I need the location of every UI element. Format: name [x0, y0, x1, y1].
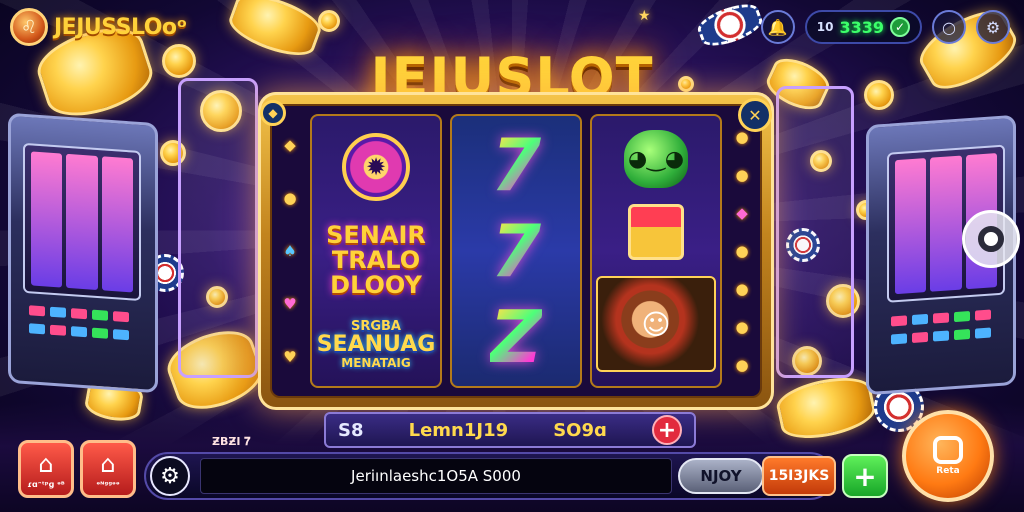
plus-icon: + [853, 459, 877, 493]
home-icon: ⌂ [38, 449, 54, 478]
reel-symbol: SRGBA SEANUAG MENATAIG [316, 320, 436, 369]
coin-icon: ● [735, 242, 749, 260]
star-icon: ★ [638, 8, 651, 24]
close-icon[interactable]: ✕ [738, 98, 772, 132]
reel-frame: ◆ ● ♠ ♥ ♥ ✹ SENAIR TRALO DLOOY SRGBA SEA… [258, 92, 774, 410]
symbol-text-line: TRALO [331, 245, 421, 274]
diamond-icon: ◆ [736, 204, 748, 222]
spin-label: Reta [936, 466, 960, 476]
target-icon[interactable] [962, 210, 1020, 268]
poker-chip-icon [694, 0, 766, 52]
heart-icon: ♥ [283, 295, 297, 314]
reel-symbol: 7 [456, 215, 576, 287]
reel-3: ◕‿◕ ☺ [590, 114, 722, 388]
coin-icon: ● [735, 128, 749, 146]
gear-icon[interactable]: ⚙ [976, 10, 1010, 44]
reel-symbol: ◕‿◕ [596, 130, 716, 188]
reel-symbol: SENAIR TRALO DLOOY [316, 220, 436, 299]
gem-icon: ◆ [284, 135, 296, 154]
bottom-small-label: ƵBƵI 𝟕 [212, 435, 251, 448]
reel-symbol: ☺ [596, 276, 716, 372]
balance-small: 10 [816, 20, 834, 34]
spade-icon: ♠ [283, 241, 297, 260]
chat-bubble-icon[interactable]: ○ [932, 10, 966, 44]
coin-icon: ● [735, 356, 749, 374]
gear-medallion-icon: ✹ [342, 132, 410, 201]
left-paytable: ◆ ● ♠ ♥ ♥ [276, 118, 304, 384]
topbar-right: 🔔 10 3339 ✓ ○ ⚙ [760, 10, 1010, 44]
home-button-2[interactable]: ⌂ ᵊᴺᵍᵍᵊᵊ [80, 440, 136, 498]
reel-symbol [596, 204, 716, 260]
bet-info-field[interactable]: Jeriınlaeshc1O5A S000 [200, 458, 672, 494]
info-center: Lemn1J19 [408, 419, 509, 441]
seven-symbol: 7 [490, 209, 542, 293]
balance-display: 10 3339 ✓ [804, 10, 922, 44]
reel-symbol: Z [456, 301, 576, 373]
reel-symbol: 7 [456, 129, 576, 201]
spin-button[interactable]: Reta [902, 410, 994, 502]
slot-machine-left [8, 112, 158, 394]
right-paytable: ● ● ◆ ● ● ● ● [728, 118, 756, 384]
gem-icon[interactable]: ◆ [260, 100, 286, 126]
bell-icon[interactable]: 🔔 [760, 10, 795, 44]
smiling-man-icon: ☺ [596, 276, 716, 372]
home-button-label: ɾɑᵔᵗᵖɡ ᵊᴮ [27, 479, 65, 489]
coin-icon: ● [283, 188, 297, 207]
mirror-right [776, 86, 854, 378]
info-strip: S8 Lemn1J19 SO9ɑ + [324, 412, 696, 448]
heart-icon: ♥ [283, 348, 297, 367]
enjoy-button[interactable]: NJOY [678, 458, 764, 494]
brand-name: JEJUSSLOoᵒ [54, 14, 187, 40]
reel-2: 7 7 Z [450, 114, 582, 388]
symbol-text-line: MENATAIG [341, 355, 411, 370]
balance-value: 3339 [839, 17, 884, 37]
plus-icon[interactable]: + [652, 415, 682, 445]
symbol-text-line: SENAIR [326, 220, 426, 249]
coin-icon [318, 10, 340, 32]
symbol-text: SRGBA SEANUAG MENATAIG [317, 320, 436, 369]
symbol-text: SENAIR TRALO DLOOY [326, 220, 426, 299]
symbol-text-line: DLOOY [330, 270, 422, 299]
symbol-text-line: SEANUAG [316, 332, 436, 358]
home-icon: ⌂ [100, 449, 116, 478]
info-right: SO9ɑ [553, 419, 607, 441]
home-button-1[interactable]: ⌂ ɾɑᵔᵗᵖɡ ᵊᴮ [18, 440, 74, 498]
square-outline-icon [933, 436, 963, 464]
check-circle-icon: ✓ [890, 17, 910, 37]
coin-icon: ● [735, 280, 749, 298]
info-left: S8 [338, 419, 364, 441]
bet-info-text: Jeriınlaeshc1O5A S000 [351, 467, 521, 485]
reel-1: ✹ SENAIR TRALO DLOOY SRGBA SEANUAG MENAT… [310, 114, 442, 388]
lion-face-icon: ♌ [10, 8, 48, 46]
seven-symbol: 7 [490, 123, 542, 207]
settings-icon[interactable]: ⚙ [150, 456, 190, 496]
home-button-label: ᵊᴺᵍᵍᵊᵊ [96, 479, 120, 489]
green-monster-icon: ◕‿◕ [624, 130, 688, 188]
gift-coin-icon [628, 204, 684, 260]
coin-icon: ● [735, 318, 749, 336]
reel-area: ◆ ● ♠ ♥ ♥ ✹ SENAIR TRALO DLOOY SRGBA SEA… [270, 104, 762, 398]
amount-button[interactable]: 15I3JKS [762, 456, 836, 496]
coin-icon: ● [735, 166, 749, 184]
z-symbol: Z [489, 295, 543, 379]
reel-symbol: ✹ [316, 132, 436, 201]
mirror-left [178, 78, 258, 378]
add-bet-button[interactable]: + [842, 454, 888, 498]
brand[interactable]: ♌ JEJUSSLOoᵒ [10, 8, 187, 46]
